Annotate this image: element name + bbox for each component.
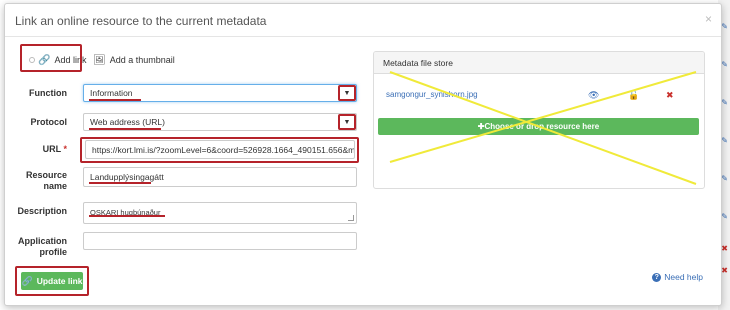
description-textarea[interactable]: OSKARI hugbúnaður [83, 202, 357, 224]
description-label: Description [17, 206, 67, 216]
tab-add-thumbnail-label: Add a thumbnail [109, 55, 175, 65]
pencil-icon: ✎ [721, 22, 728, 31]
url-label-text: URL [42, 144, 61, 154]
pencil-icon: ✎ [721, 98, 728, 107]
close-icon[interactable]: × [705, 12, 712, 26]
url-label: URL * [5, 144, 67, 155]
link-resource-dialog: Link an online resource to the current m… [4, 3, 722, 306]
application-profile-label: Application profile [18, 236, 67, 257]
application-profile-input[interactable] [83, 232, 357, 250]
annotation-underline [89, 99, 141, 101]
protocol-label: Protocol [30, 117, 67, 127]
pencil-icon: ✎ [721, 212, 728, 221]
cross-line [389, 71, 697, 185]
need-help-link[interactable]: ? Need help [652, 272, 703, 282]
pencil-icon: ✎ [721, 174, 728, 183]
annotation-underline [89, 182, 151, 184]
protocol-value: Web address (URL) [90, 117, 165, 127]
function-label: Function [29, 88, 67, 98]
function-value: Information [90, 88, 133, 98]
required-marker: * [63, 144, 67, 154]
resize-handle[interactable] [348, 215, 354, 221]
need-help-label: Need help [664, 272, 703, 282]
annotation-box [338, 114, 356, 130]
metadata-file-store-panel: Metadata file store samgongur_synishorn.… [373, 51, 705, 189]
delete-icon: ✖ [721, 266, 728, 275]
question-icon: ? [652, 272, 662, 282]
pencil-icon: ✎ [721, 60, 728, 69]
pencil-icon: ✎ [721, 136, 728, 145]
resource-name-label: Resource name [25, 170, 67, 191]
delete-icon: ✖ [721, 244, 728, 253]
dialog-title: Link an online resource to the current m… [15, 14, 267, 28]
annotation-box [15, 266, 89, 296]
cross-line [389, 71, 697, 163]
annotation-box [20, 44, 82, 72]
resource-name-value: Landupplýsingagátt [90, 172, 164, 182]
annotation-box [338, 85, 356, 101]
resource-name-input[interactable]: Landupplýsingagátt [83, 167, 357, 187]
image-icon: 🖼 [93, 54, 106, 66]
strike-through-cross [389, 71, 697, 185]
dialog-header: Link an online resource to the current m… [5, 4, 721, 37]
tab-add-thumbnail[interactable]: 🖼 Add a thumbnail [93, 48, 175, 72]
annotation-underline [89, 128, 161, 130]
annotation-box [80, 137, 359, 163]
annotation-underline [89, 215, 165, 217]
